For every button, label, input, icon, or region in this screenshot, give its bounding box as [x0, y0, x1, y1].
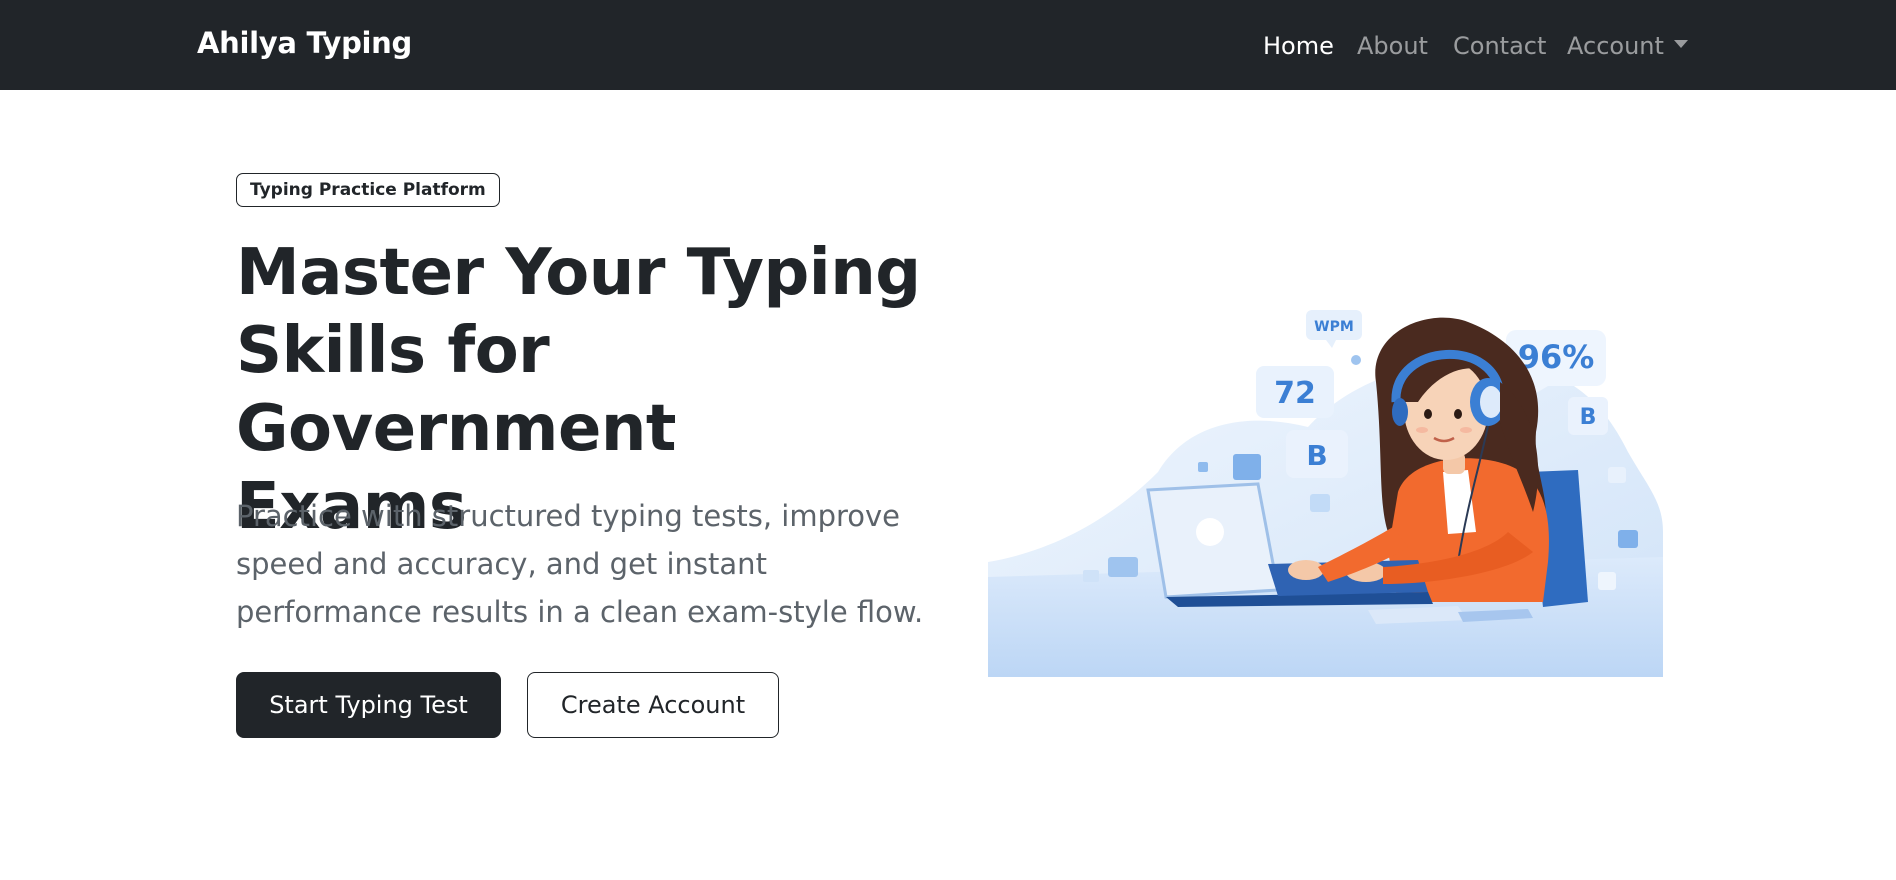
nav-dropdown-account[interactable]: Account — [1567, 32, 1688, 62]
key-letter: B — [1306, 439, 1327, 472]
floating-square — [1233, 454, 1261, 480]
top-navbar: Ahilya Typing Home About Contact Account — [0, 0, 1896, 90]
hero-lead-text: Practice with structured typing tests, i… — [236, 499, 924, 629]
nav-link-contact[interactable]: Contact — [1453, 32, 1546, 62]
key-bubble: B — [1286, 430, 1348, 478]
caret-down-icon — [1673, 40, 1688, 48]
start-typing-test-button[interactable]: Start Typing Test — [236, 672, 501, 738]
wpm-value-bubble: 72 — [1256, 366, 1334, 418]
hero-badge: Typing Practice Platform — [236, 173, 500, 207]
create-account-button[interactable]: Create Account — [527, 672, 779, 738]
nav-account-label: Account — [1567, 32, 1664, 60]
key-bubble-right: B — [1568, 397, 1608, 435]
nav-link-home[interactable]: Home — [1263, 32, 1334, 62]
wpm-value: 72 — [1274, 376, 1316, 411]
wpm-label: WPM — [1314, 319, 1354, 335]
accuracy-value: 96% — [1518, 338, 1595, 376]
nav-link-about[interactable]: About — [1357, 32, 1428, 62]
brand-logo-text[interactable]: Ahilya Typing — [197, 26, 412, 60]
wpm-bubble: WPM — [1306, 310, 1362, 348]
hero-illustration: WPM 72 B 96% B — [988, 302, 1663, 677]
key-letter-right: B — [1580, 405, 1597, 430]
